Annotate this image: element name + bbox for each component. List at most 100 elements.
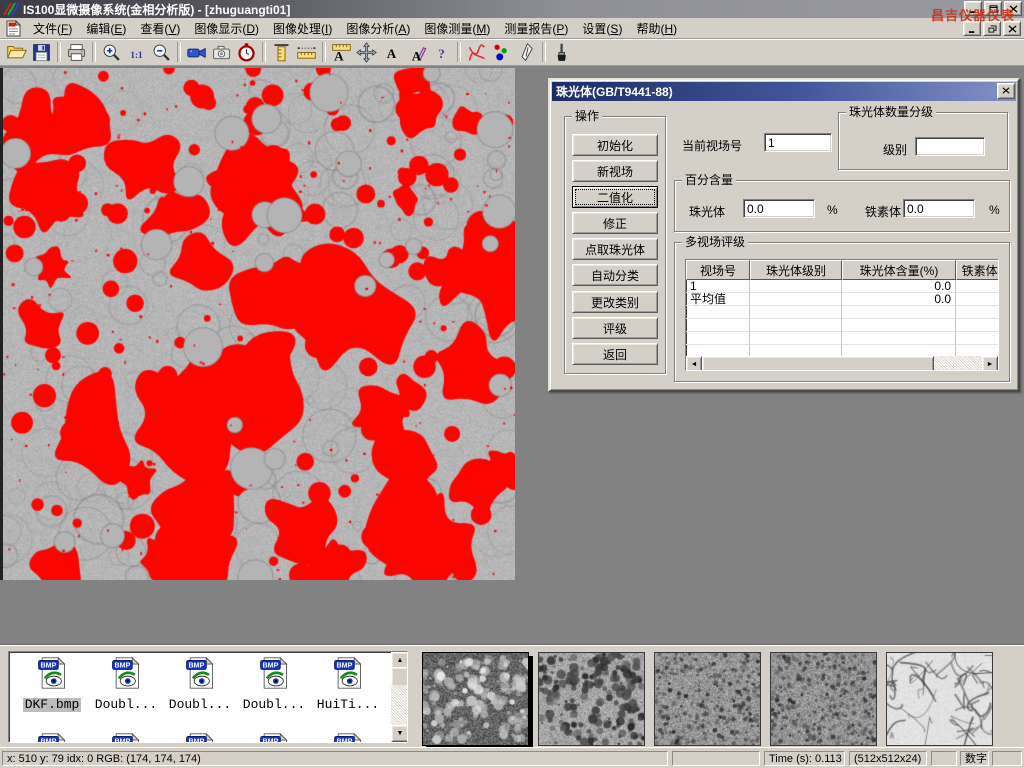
save-button[interactable] xyxy=(29,40,54,64)
table-header-2[interactable]: 珠光体级别 xyxy=(750,260,842,280)
file-item-row2-3[interactable] xyxy=(163,732,237,743)
file-name[interactable]: Doubl... xyxy=(167,698,233,712)
measure-text-button[interactable]: A xyxy=(329,40,354,64)
dialog-close-button[interactable] xyxy=(997,83,1015,99)
scrollbar-thumb[interactable] xyxy=(702,356,934,371)
status-panel-empty-2 xyxy=(931,751,957,766)
workspace: 珠光体(GB/T9441-88) 操作 初始化新视场二值化修正点取珠光体自动分类… xyxy=(0,66,1024,645)
move-tool-button[interactable] xyxy=(354,40,379,64)
micrograph-image[interactable] xyxy=(3,68,515,580)
file-scrollbar-track[interactable] xyxy=(391,685,407,727)
toolbar: 1:1AAA? xyxy=(0,39,1024,66)
svg-text:A: A xyxy=(412,48,422,63)
file-item-4[interactable]: Doubl... xyxy=(237,656,311,713)
file-item-3[interactable]: Doubl... xyxy=(163,656,237,713)
file-item-2[interactable]: Doubl... xyxy=(89,656,163,713)
grade-level-input[interactable] xyxy=(915,137,985,156)
file-scrollbar-thumb[interactable] xyxy=(391,667,408,687)
gallery-thumbnail-5[interactable] xyxy=(886,652,993,746)
current-field-input[interactable] xyxy=(764,133,832,152)
op-button-4[interactable]: 修正 xyxy=(572,212,658,234)
print-button[interactable] xyxy=(64,40,89,64)
operation-group-label: 操作 xyxy=(572,109,602,123)
percent-group: 百分含量 珠光体 % 铁素体 % xyxy=(674,180,1010,232)
zoom-out-button[interactable] xyxy=(149,40,174,64)
table-row[interactable] xyxy=(686,306,998,319)
gallery-thumbnail-2[interactable] xyxy=(538,652,645,746)
op-button-7[interactable]: 更改类别 xyxy=(572,291,658,313)
op-button-9[interactable]: 返回 xyxy=(572,343,658,365)
table-row[interactable] xyxy=(686,319,998,332)
zoom-out-icon xyxy=(151,42,172,63)
table-row[interactable] xyxy=(686,332,998,345)
timer-button[interactable] xyxy=(234,40,259,64)
scrollbar-track[interactable] xyxy=(934,356,982,370)
table-header-4[interactable]: 铁素体含量(%) xyxy=(956,260,999,280)
scroll-left-button[interactable]: ◄ xyxy=(686,356,702,371)
curve-tool-button[interactable] xyxy=(464,40,489,64)
zoom-in-button[interactable] xyxy=(99,40,124,64)
menu-item-10[interactable]: 帮助(H) xyxy=(629,18,684,39)
op-button-3[interactable]: 二值化 xyxy=(572,186,658,208)
file-item-row2-2[interactable] xyxy=(89,732,163,743)
menu-item-9[interactable]: 设置(S) xyxy=(575,18,629,39)
menu-item-4[interactable]: 图像显示(D) xyxy=(187,18,266,39)
op-button-2[interactable]: 新视场 xyxy=(572,160,658,182)
op-button-1[interactable]: 初始化 xyxy=(572,134,658,156)
help-button[interactable]: ? xyxy=(429,40,454,64)
menu-item-2[interactable]: 编辑(E) xyxy=(79,18,133,39)
scroll-right-button[interactable]: ► xyxy=(982,356,998,371)
table-header-3[interactable]: 珠光体含量(%) xyxy=(842,260,956,280)
gallery-thumbnail-3[interactable] xyxy=(654,652,761,746)
ruler-icon xyxy=(296,42,317,63)
actual-size-button[interactable]: 1:1 xyxy=(124,40,149,64)
ruler-button[interactable] xyxy=(294,40,319,64)
capture-camera-button[interactable] xyxy=(209,40,234,64)
file-item-row2-4[interactable] xyxy=(237,732,311,743)
file-name[interactable]: Doubl... xyxy=(241,698,307,712)
brush-tool-button[interactable] xyxy=(549,40,574,64)
file-name[interactable]: HuiTi... xyxy=(315,698,381,712)
file-item-5[interactable]: HuiTi... xyxy=(311,656,385,713)
menu-item-8[interactable]: 测量报告(P) xyxy=(497,18,575,39)
gallery-thumbnail-4[interactable] xyxy=(770,652,877,746)
table-cell xyxy=(842,306,956,319)
file-name-selected[interactable]: DKF.bmp xyxy=(23,698,82,712)
pen-tool-button[interactable] xyxy=(514,40,539,64)
op-button-6[interactable]: 自动分类 xyxy=(572,264,658,286)
table-hscrollbar[interactable]: ◄ ► xyxy=(686,356,998,370)
actual-size-icon: 1:1 xyxy=(126,42,147,63)
menu-item-7[interactable]: 图像测量(M) xyxy=(417,18,497,39)
menu-item-5[interactable]: 图像处理(I) xyxy=(266,18,339,39)
ferrite-percent-input[interactable] xyxy=(903,199,975,218)
scroll-down-button[interactable]: ▼ xyxy=(391,725,408,742)
file-name[interactable]: Doubl... xyxy=(93,698,159,712)
text-edit-button[interactable]: A xyxy=(404,40,429,64)
menu-item-3[interactable]: 查看(V) xyxy=(133,18,187,39)
menu-item-6[interactable]: 图像分析(A) xyxy=(339,18,417,39)
file-item-1[interactable]: DKF.bmp xyxy=(15,656,89,713)
file-item-row2-1[interactable] xyxy=(15,732,89,743)
dialog-title-bar[interactable]: 珠光体(GB/T9441-88) xyxy=(552,82,1016,101)
menu-item-1[interactable]: 文件(F) xyxy=(26,18,79,39)
open-folder-button[interactable] xyxy=(4,40,29,64)
op-button-8[interactable]: 评级 xyxy=(572,317,658,339)
file-item-row2-5[interactable] xyxy=(311,732,385,743)
file-list-scrollbar[interactable]: ▲ ▼ xyxy=(391,652,407,742)
caliper-icon xyxy=(271,42,292,63)
pearlite-percent-input[interactable] xyxy=(743,199,815,218)
table-header-1[interactable]: 视场号 xyxy=(686,260,750,280)
bmp-file-icon xyxy=(37,656,67,690)
table-cell xyxy=(842,319,956,332)
pen-tool-icon xyxy=(516,42,537,63)
gallery-thumbnail-1[interactable] xyxy=(422,652,529,746)
op-button-5[interactable]: 点取珠光体 xyxy=(572,238,658,260)
video-camera-button[interactable] xyxy=(184,40,209,64)
classify-dots-button[interactable] xyxy=(489,40,514,64)
text-tool-button[interactable]: A xyxy=(379,40,404,64)
print-icon xyxy=(66,42,87,63)
table-row[interactable]: 平均值0.0 xyxy=(686,293,998,306)
table-cell xyxy=(750,293,842,306)
caliper-button[interactable] xyxy=(269,40,294,64)
table-row[interactable]: 10.0 xyxy=(686,280,998,293)
